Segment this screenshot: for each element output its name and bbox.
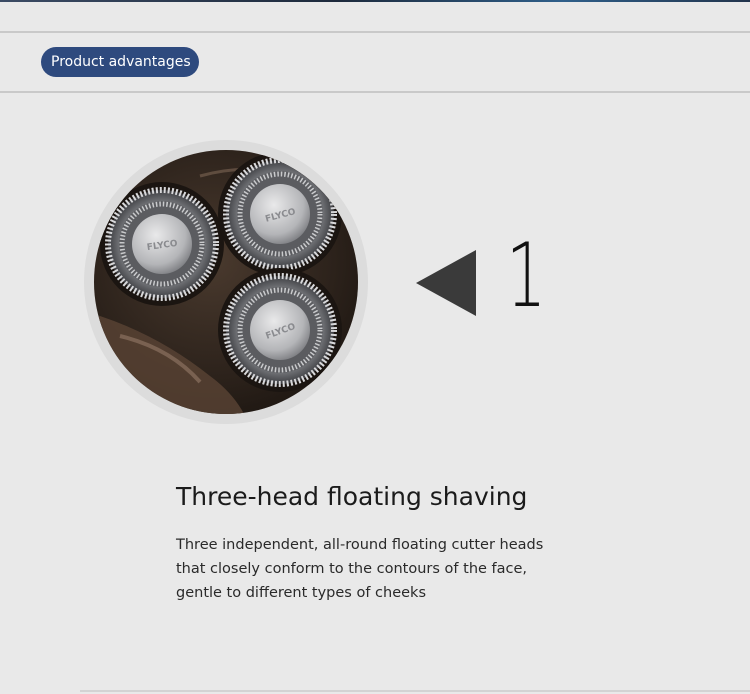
header-top-divider	[0, 31, 750, 33]
section-badge: Product advantages	[41, 47, 199, 77]
feature-title: Three-head floating shaving	[176, 482, 528, 511]
feature-number: 1	[506, 224, 547, 327]
shaver-heads-photo: FLYCO FLYCO FLYCO	[80, 136, 372, 428]
feature-description-line: gentle to different types of cheeks	[176, 585, 427, 601]
feature-description-line: that closely conform to the contours of …	[176, 561, 528, 577]
feature-description: Three independent, all-round floating cu…	[176, 533, 576, 605]
top-accent-strip	[0, 0, 750, 2]
feature-description-line: Three independent, all-round floating cu…	[176, 537, 544, 553]
cutter-head-top-right: FLYCO	[218, 152, 342, 276]
header-bottom-divider	[0, 91, 750, 93]
triangle-left-icon	[414, 248, 478, 318]
footer-divider	[80, 690, 750, 692]
